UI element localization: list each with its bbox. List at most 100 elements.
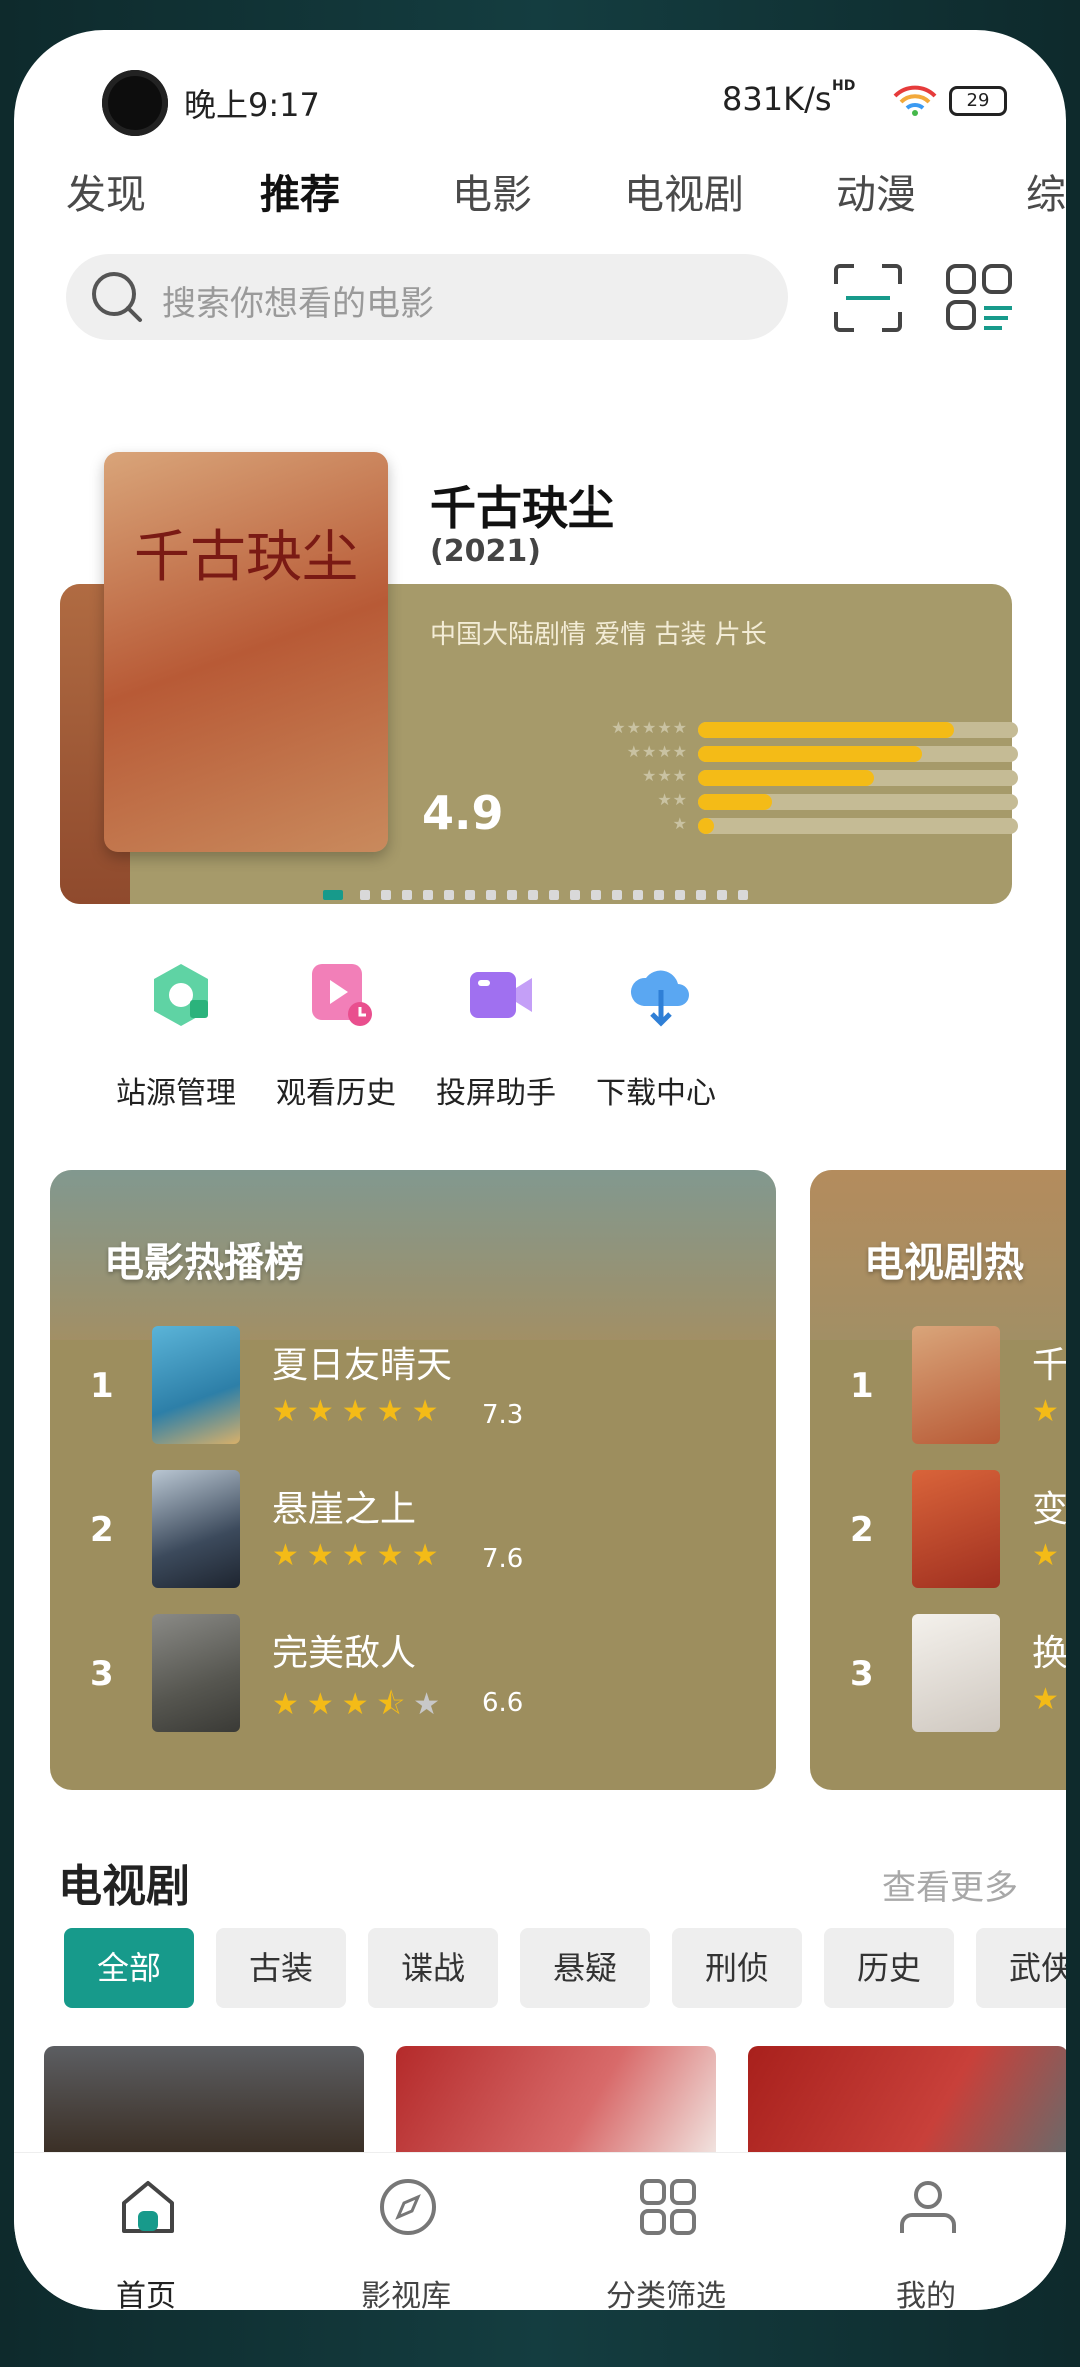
hd-indicator: HD — [832, 78, 856, 94]
chip-costume[interactable]: 古装 — [216, 1928, 346, 2008]
rating-stars: ★ — [1032, 1394, 1066, 1429]
carousel-dot[interactable] — [528, 890, 538, 900]
rank-poster — [152, 1326, 240, 1444]
rating-row: ★★★★ — [510, 742, 1018, 762]
rank-item[interactable]: 1 千 ★ — [810, 1326, 1066, 1446]
tv-thumb[interactable] — [44, 2046, 364, 2156]
chip-history[interactable]: 历史 — [824, 1928, 954, 2008]
rank-number: 3 — [850, 1654, 874, 1694]
app-screen: 晚上9:17 831K/s HD 29 发现 推荐 电影 电视剧 动漫 综 搜索… — [14, 30, 1066, 2310]
status-bar: 晚上9:17 831K/s HD 29 — [14, 30, 1066, 140]
rating-stars: ★ — [1032, 1682, 1066, 1717]
rating-stars: ★★★★★ — [272, 1394, 447, 1429]
carousel-dot[interactable] — [717, 890, 727, 900]
nav-filter-label: 分类筛选 — [606, 2279, 726, 2310]
rating-bar — [698, 818, 1018, 834]
tab-anime[interactable]: 动漫 — [836, 162, 916, 220]
rank-score: 7.3 — [482, 1400, 524, 1430]
quick-actions: 站源管理 观看历史 投屏助手 下载中心 — [14, 960, 1066, 1111]
poster-title: 千古玦尘 — [134, 525, 358, 590]
carousel-dot[interactable] — [696, 890, 706, 900]
carousel-dot[interactable] — [423, 890, 433, 900]
chip-suspense[interactable]: 悬疑 — [520, 1928, 650, 2008]
search-bar[interactable]: 搜索你想看的电影 — [66, 254, 788, 340]
compass-icon — [380, 2179, 436, 2235]
rating-bar-fill — [698, 746, 922, 762]
rank-number: 1 — [90, 1366, 114, 1406]
see-more-link[interactable]: 查看更多 — [882, 1860, 1018, 1909]
tab-recommend[interactable]: 推荐 — [260, 162, 340, 220]
rank-title: 千 — [1032, 1345, 1066, 1386]
rating-stars: ★ — [1032, 1538, 1066, 1573]
featured-poster[interactable]: 千古玦尘 — [104, 452, 388, 852]
rating-bar — [698, 770, 1018, 786]
rating-row-stars: ★★★★★ — [611, 718, 688, 737]
bottom-nav: 首页 影视库 分类筛选 我的 — [14, 2152, 1066, 2310]
tab-variety[interactable]: 综 — [1026, 162, 1066, 220]
carousel-dot[interactable] — [612, 890, 622, 900]
rating-row: ★★★★★ — [510, 718, 1018, 738]
chip-wuxia[interactable]: 武侠 — [976, 1928, 1066, 2008]
rank-item[interactable]: 1 夏日友晴天 ★★★★★ 7.3 — [50, 1326, 776, 1446]
rank-number: 1 — [850, 1366, 874, 1406]
tab-discover[interactable]: 发现 — [66, 162, 146, 220]
tv-rank-card[interactable]: 电视剧热 1 千 ★ 2 变 ★ 3 换 ★ — [810, 1170, 1066, 1790]
rank-number: 2 — [850, 1510, 874, 1550]
rank-number: 3 — [90, 1654, 114, 1694]
carousel-dot[interactable] — [465, 890, 475, 900]
carousel-dot[interactable] — [633, 890, 643, 900]
rank-item[interactable]: 3 换 ★ — [810, 1614, 1066, 1734]
carousel-dot[interactable] — [675, 890, 685, 900]
carousel-dot[interactable] — [381, 890, 391, 900]
user-icon — [900, 2181, 956, 2233]
chip-spy[interactable]: 谍战 — [368, 1928, 498, 2008]
rating-bar-fill — [698, 818, 714, 834]
carousel-dot[interactable] — [570, 890, 580, 900]
featured-banner[interactable]: 千古玦尘 千古玦尘 (2021) 中国大陆剧情 爱情 古装 片长 4.9 ★★★… — [60, 414, 1022, 904]
hexagon-icon — [154, 964, 208, 1026]
rating-row: ★★ — [510, 790, 1018, 810]
carousel-dot[interactable] — [507, 890, 517, 900]
carousel-dot[interactable] — [591, 890, 601, 900]
rating-row-stars: ★ — [672, 814, 688, 833]
featured-title: 千古玦尘 — [430, 481, 614, 535]
cloud-download-icon — [630, 970, 689, 1027]
rank-poster — [152, 1614, 240, 1732]
carousel-dot[interactable] — [738, 890, 748, 900]
rank-item[interactable]: 3 完美敌人 ★★★⯪★ 6.6 — [50, 1614, 776, 1734]
category-grid-icon[interactable] — [944, 262, 1016, 334]
carousel-dot[interactable] — [323, 890, 343, 900]
status-time: 晚上9:17 — [184, 86, 320, 124]
movie-rank-card[interactable]: 电影热播榜 1 夏日友晴天 ★★★★★ 7.3 2 悬崖之上 ★★★★★ 7.6… — [50, 1170, 776, 1790]
chip-crime[interactable]: 刑侦 — [672, 1928, 802, 2008]
rating-bar-fill — [698, 794, 772, 810]
network-speed: 831K/s — [722, 80, 832, 118]
search-input[interactable]: 搜索你想看的电影 — [162, 276, 434, 325]
scan-icon[interactable] — [832, 262, 904, 334]
rank-score: 7.6 — [482, 1544, 524, 1574]
carousel-dot[interactable] — [444, 890, 454, 900]
device-frame: 晚上9:17 831K/s HD 29 发现 推荐 电影 电视剧 动漫 综 搜索… — [0, 0, 1080, 2367]
tab-movie[interactable]: 电影 — [452, 162, 532, 220]
section-title: 电视剧 — [58, 1861, 190, 1912]
rating-row: ★★★ — [510, 766, 1018, 786]
carousel-dot[interactable] — [549, 890, 559, 900]
carousel-dot[interactable] — [486, 890, 496, 900]
download-label: 下载中心 — [596, 1076, 716, 1111]
rank-item[interactable]: 2 悬崖之上 ★★★★★ 7.6 — [50, 1470, 776, 1590]
rank-title: 夏日友晴天 — [272, 1345, 453, 1386]
chip-all[interactable]: 全部 — [64, 1928, 194, 2008]
rank-heading: 电视剧热 — [864, 1240, 1024, 1286]
grid-icon — [640, 2179, 696, 2235]
rank-item[interactable]: 2 变 ★ — [810, 1470, 1066, 1590]
carousel-dot[interactable] — [402, 890, 412, 900]
nav-library-label: 影视库 — [361, 2279, 451, 2310]
carousel-dot[interactable] — [360, 890, 370, 900]
tab-tv[interactable]: 电视剧 — [624, 162, 744, 220]
rating-bar — [698, 794, 1018, 810]
nav-home-label: 首页 — [116, 2279, 176, 2310]
tv-thumb[interactable] — [396, 2046, 716, 2156]
featured-score: 4.9 — [422, 786, 504, 840]
tv-thumb[interactable] — [748, 2046, 1066, 2156]
carousel-dot[interactable] — [654, 890, 664, 900]
